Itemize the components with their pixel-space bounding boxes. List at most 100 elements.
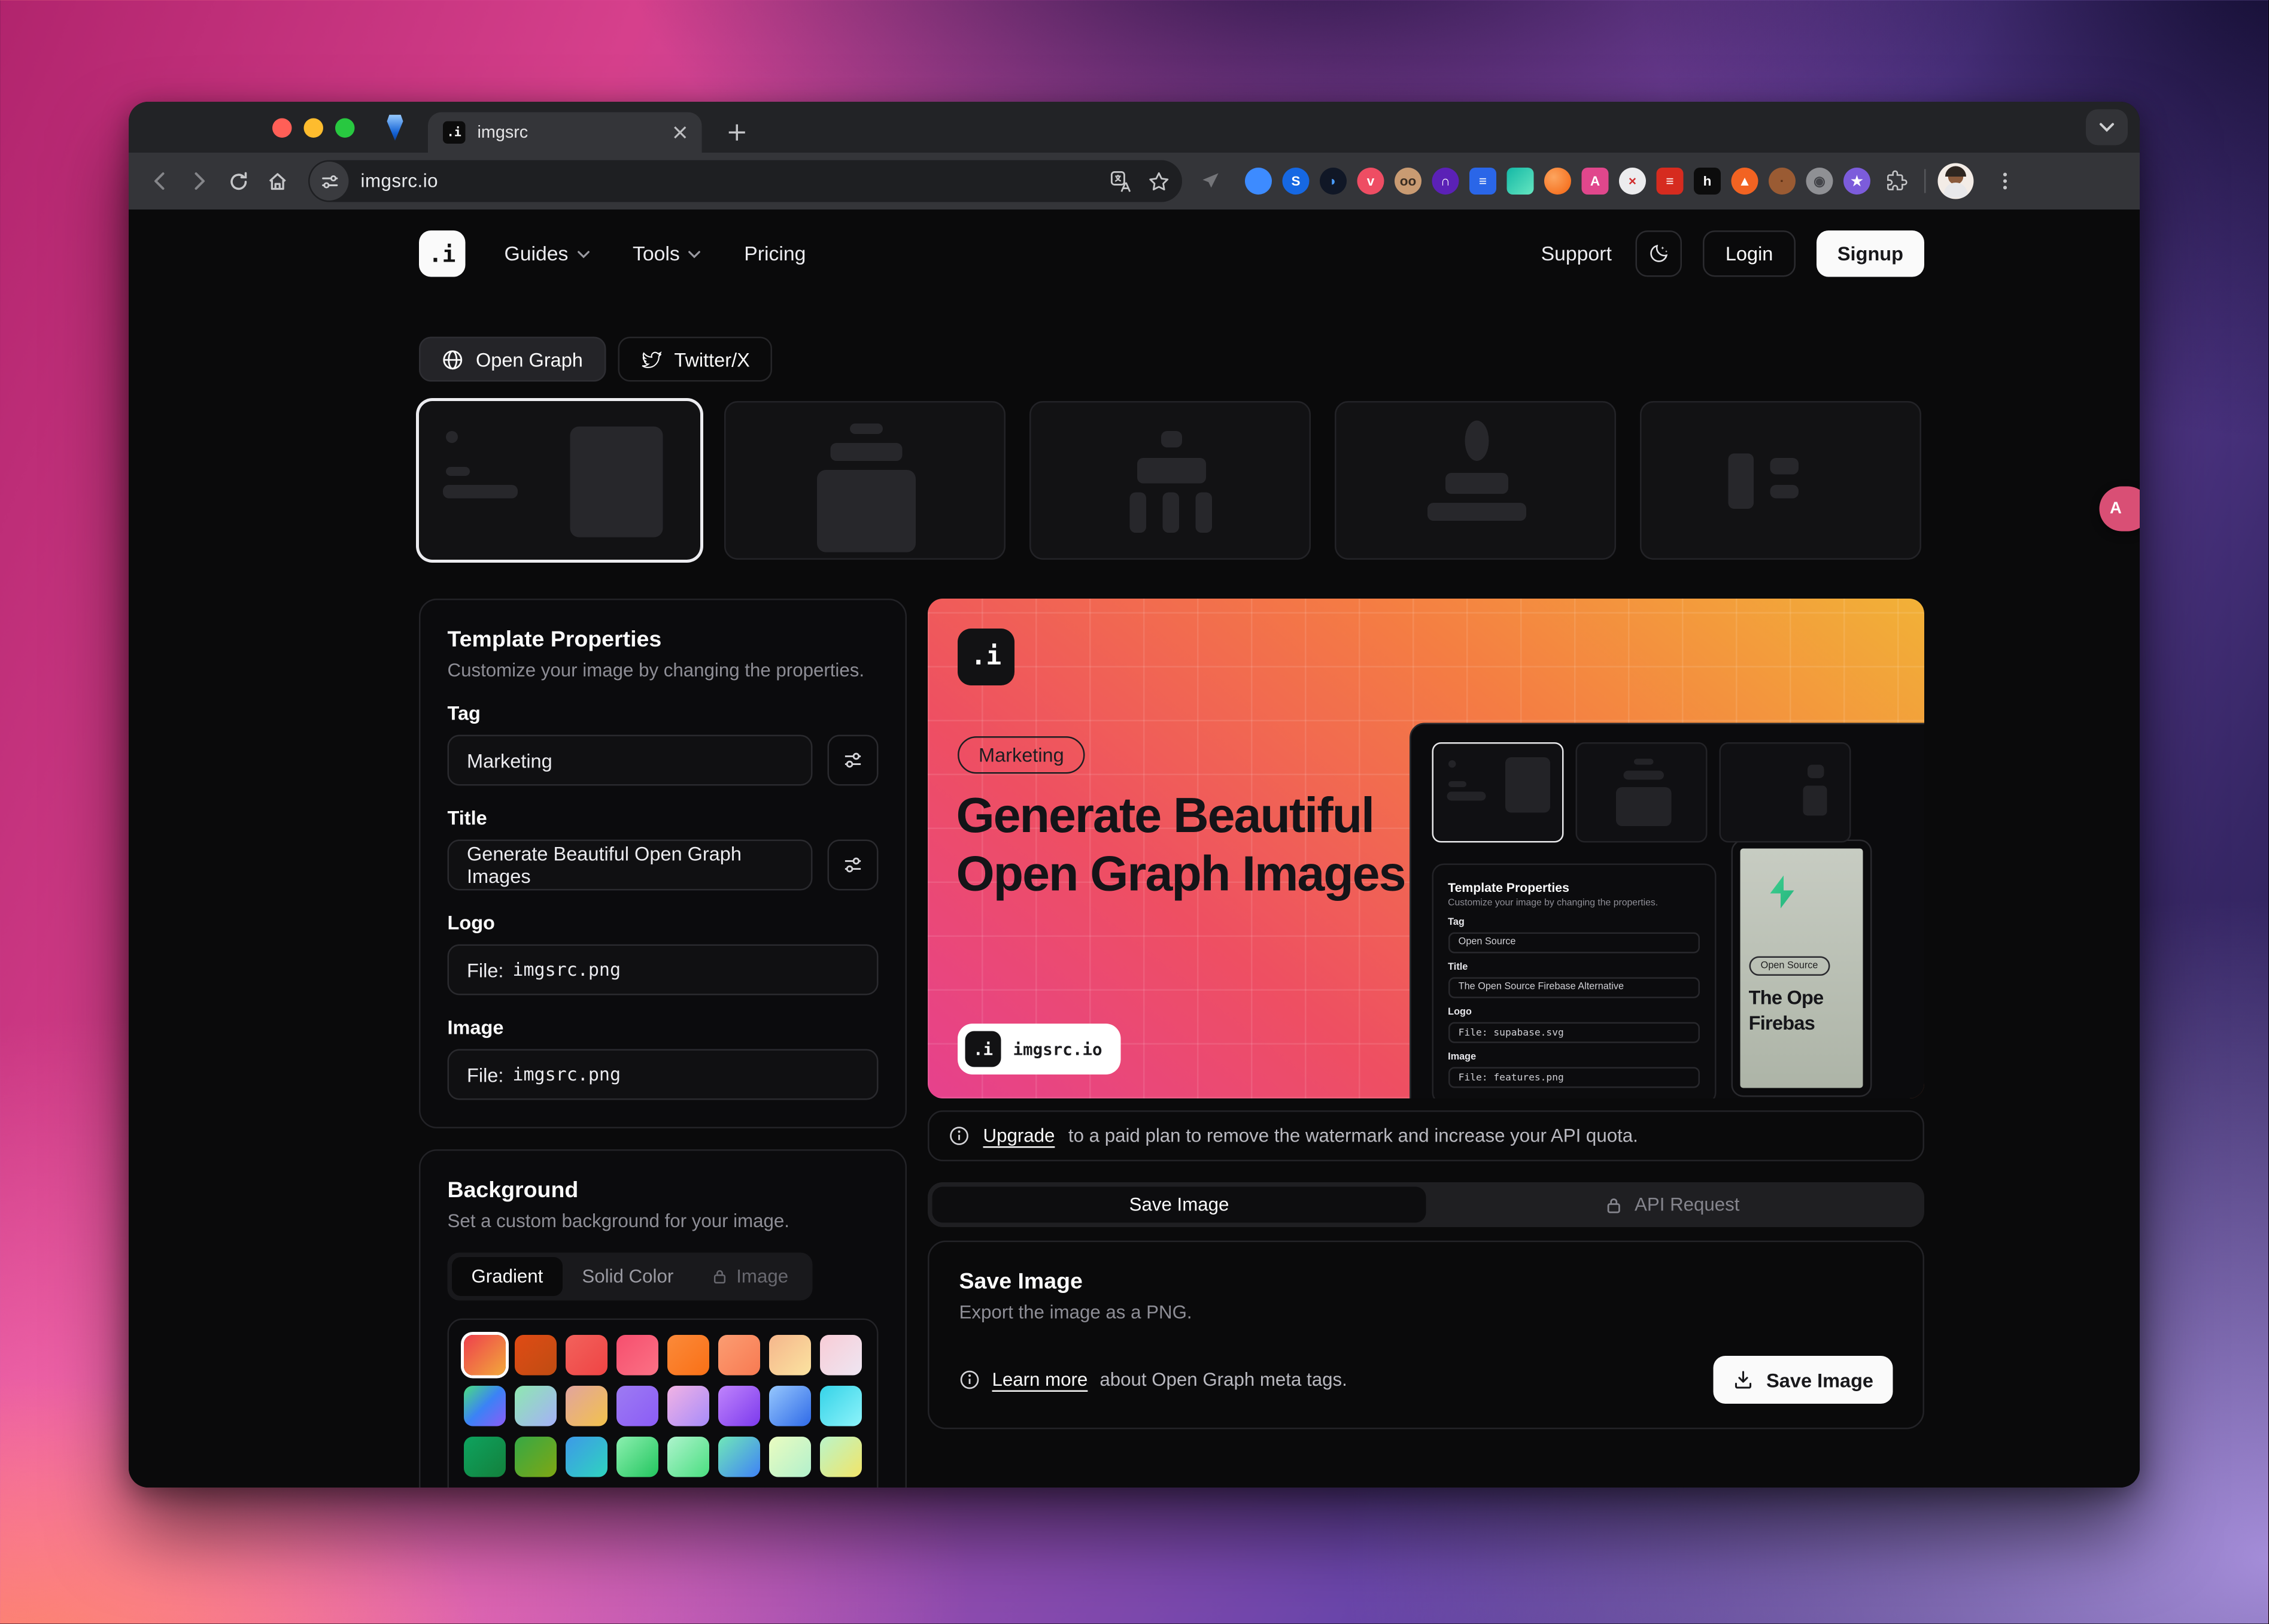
gradient-swatch-24[interactable] [820,1437,862,1477]
extension-icon-purple[interactable]: ★ [1843,168,1870,195]
template-thumbnail-1[interactable] [419,401,700,560]
nav-support[interactable]: Support [1541,242,1612,265]
solid-color-tab[interactable]: Solid Color [563,1257,693,1296]
browser-window: .i imgsrc [129,102,2140,1488]
fullscreen-window-button[interactable] [335,119,355,138]
download-icon [1733,1370,1754,1391]
extension-icon-lighthouse[interactable]: ▲ [1732,168,1758,195]
profile-avatar[interactable] [1938,163,1974,199]
extension-icon-mask[interactable]: ∩ [1432,168,1459,195]
gradient-swatch-19[interactable] [566,1437,608,1477]
gradient-swatch-16[interactable] [820,1386,862,1426]
login-button[interactable]: Login [1703,230,1796,277]
send-page-icon[interactable] [1191,162,1230,201]
template-thumbnail-2[interactable] [724,401,1006,560]
floating-translate-widget[interactable]: A [2100,487,2140,532]
gradient-swatch-13[interactable] [667,1386,709,1426]
gradient-swatch-21[interactable] [667,1437,709,1477]
extension-icon-gray[interactable]: ◉ [1806,168,1833,195]
title-settings-button[interactable] [828,840,879,891]
gradient-swatch-9[interactable] [464,1386,506,1426]
gradient-swatch-17[interactable] [464,1437,506,1477]
theme-toggle-button[interactable] [1636,230,1682,277]
info-icon [949,1125,970,1146]
close-window-button[interactable] [272,119,292,138]
gradient-swatch-20[interactable] [616,1437,658,1477]
gradient-swatch-8[interactable] [820,1335,862,1376]
title-input[interactable]: Generate Beautiful Open Graph Images [448,840,813,891]
gradient-swatch-2[interactable] [515,1335,557,1376]
extension-icon-pin[interactable] [1245,168,1272,195]
template-thumbnail-5[interactable] [1640,401,1921,560]
extension-icon-cookie[interactable]: · [1769,168,1796,195]
gradient-swatch-3[interactable] [566,1335,608,1376]
tag-input[interactable]: Marketing [448,735,813,786]
bookmark-star-icon[interactable] [1148,170,1171,193]
gradient-swatch-15[interactable] [769,1386,811,1426]
translate-page-icon[interactable] [1110,170,1133,193]
extensions-puzzle-icon[interactable] [1876,162,1915,201]
template-thumbnail-4[interactable] [1335,401,1616,560]
tab-search-button[interactable] [2086,110,2128,145]
nav-pricing[interactable]: Pricing [744,242,806,265]
gradient-swatch-10[interactable] [515,1386,557,1426]
gradient-swatch-5[interactable] [667,1335,709,1376]
site-settings-icon[interactable] [310,162,349,201]
browser-menu-icon[interactable] [1986,162,2025,201]
window-controls [272,119,355,138]
extension-icon-s[interactable]: S [1283,168,1310,195]
forward-button[interactable] [180,162,218,201]
tag-settings-button[interactable] [828,735,879,786]
gradient-swatch-11[interactable] [566,1386,608,1426]
extension-icon-crescent[interactable]: ◗ [1320,168,1347,195]
save-image-button[interactable]: Save Image [1714,1356,1893,1404]
supabase-bolt-icon [1767,875,1797,908]
learn-more-link[interactable]: Learn more [992,1370,1088,1391]
gradient-swatch-18[interactable] [515,1437,557,1477]
url-text[interactable]: imgsrc.io [361,171,1099,192]
gradient-swatch-22[interactable] [718,1437,760,1477]
gradient-swatch-12[interactable] [616,1386,658,1426]
image-file-input[interactable]: File: imgsrc.png [448,1049,879,1100]
reload-button[interactable] [218,162,257,201]
extension-icon-reader[interactable]: ≡ [1657,168,1684,195]
upgrade-link[interactable]: Upgrade [983,1125,1055,1146]
gradient-swatch-14[interactable] [718,1386,760,1426]
extension-icon-translate[interactable]: A [1582,168,1609,195]
tab-close-icon[interactable] [669,122,690,143]
extension-icon-orange[interactable] [1544,168,1571,195]
extension-icon-h[interactable]: h [1694,168,1721,195]
twitter-x-tab[interactable]: Twitter/X [617,337,772,382]
twitter-bird-icon [640,348,663,371]
gradient-swatch-7[interactable] [769,1335,811,1376]
save-image-tab[interactable]: Save Image [932,1187,1426,1223]
extension-icon-face[interactable]: oo [1395,168,1421,195]
browser-tab[interactable]: .i imgsrc [428,113,702,153]
template-properties-title: Template Properties [448,627,879,653]
api-request-tab[interactable]: API Request [1426,1187,1920,1223]
gradient-swatch-23[interactable] [769,1437,811,1477]
gradient-swatch-1[interactable] [464,1335,506,1376]
embedded-mini-preview-card: Open Source The Ope Firebas [1731,839,1872,1097]
gradient-tab[interactable]: Gradient [452,1257,563,1296]
new-tab-button[interactable] [721,117,751,147]
nav-guides[interactable]: Guides [505,242,591,265]
gradient-swatch-6[interactable] [718,1335,760,1376]
logo-file-input[interactable]: File: imgsrc.png [448,945,879,995]
extension-icon-teal[interactable] [1507,168,1534,195]
extension-icon-x-badge[interactable]: × [1619,168,1646,195]
nav-tools[interactable]: Tools [633,242,702,265]
imgsrc-logo[interactable]: .i [419,230,466,277]
extension-icon-shield[interactable]: v [1357,168,1384,195]
preview-logo: .i [958,629,1014,685]
home-button[interactable] [257,162,296,201]
address-bar[interactable]: imgsrc.io [308,160,1182,202]
template-thumbnail-3[interactable] [1029,401,1311,560]
minimize-window-button[interactable] [304,119,324,138]
extension-icon-doc-lock[interactable]: ≡ [1469,168,1496,195]
back-button[interactable] [141,162,180,201]
open-graph-tab[interactable]: Open Graph [419,337,605,382]
gradient-swatch-4[interactable] [616,1335,658,1376]
image-tab[interactable]: Image [693,1257,808,1296]
signup-button[interactable]: Signup [1817,230,1924,277]
